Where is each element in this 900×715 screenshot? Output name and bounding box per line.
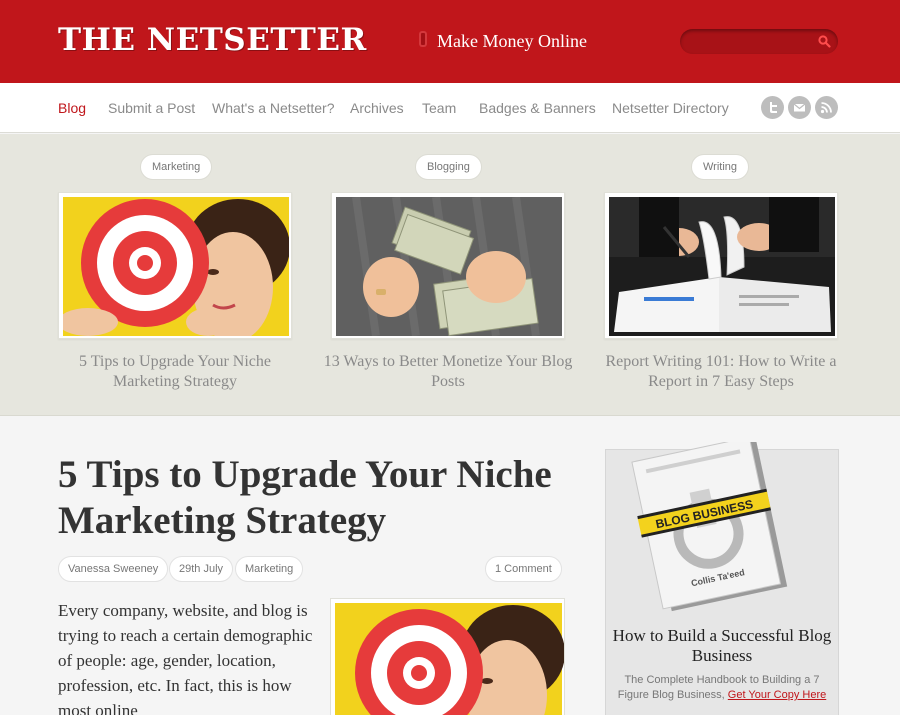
featured-thumb-blogging[interactable] <box>331 192 565 339</box>
featured-title-marketing[interactable]: 5 Tips to Upgrade Your Niche Marketing S… <box>45 352 305 392</box>
category-pill-blogging[interactable]: Blogging <box>415 154 482 180</box>
rss-icon[interactable] <box>815 96 838 119</box>
nav-item-whats-a-netsetter[interactable]: What's a Netsetter? <box>212 100 335 116</box>
ad-description: The Complete Handbook to Building a 7 Fi… <box>612 673 832 703</box>
twitter-icon[interactable] <box>761 96 784 119</box>
featured-title-blogging[interactable]: 13 Ways to Better Monetize Your Blog Pos… <box>318 352 578 392</box>
search-icon[interactable] <box>818 35 831 48</box>
nav-item-team[interactable]: Team <box>422 100 456 116</box>
category-pill[interactable]: Marketing <box>235 556 304 582</box>
comments-pill[interactable]: 1 Comment <box>485 556 562 582</box>
date-pill[interactable]: 29th July <box>169 556 234 582</box>
article-image <box>330 598 565 715</box>
featured-title-writing[interactable]: Report Writing 101: How to Write a Repor… <box>591 352 851 392</box>
report-pages-image <box>609 197 835 336</box>
nav-item-archives[interactable]: Archives <box>350 100 404 116</box>
site-logo[interactable]: THE NETSETTER <box>58 22 367 58</box>
author-pill[interactable]: Vanessa Sweeney <box>58 556 169 582</box>
category-pill-writing[interactable]: Writing <box>691 154 750 180</box>
search-box[interactable] <box>680 29 838 54</box>
logo-separator <box>419 31 427 47</box>
nav-item-badges-banners[interactable]: Badges & Banners <box>479 100 596 116</box>
site-tagline: Make Money Online <box>437 31 587 51</box>
ad-title[interactable]: How to Build a Successful Blog Business <box>605 626 839 666</box>
featured-thumb-marketing[interactable] <box>58 192 292 339</box>
email-icon[interactable] <box>788 96 811 119</box>
category-pill-marketing[interactable]: Marketing <box>140 154 213 180</box>
book-cover-image: BLOG BUSINESS Collis Ta'eed <box>631 442 788 612</box>
featured-thumb-writing[interactable] <box>604 192 838 339</box>
money-hands-image <box>336 197 562 336</box>
target-woman-image <box>63 197 289 336</box>
nav-item-netsetter-directory[interactable]: Netsetter Directory <box>612 100 729 116</box>
get-your-copy-link[interactable]: Get Your Copy Here <box>728 689 826 701</box>
nav-item-blog[interactable]: Blog <box>58 100 86 116</box>
nav-item-submit-a-post[interactable]: Submit a Post <box>108 100 195 116</box>
article-title[interactable]: 5 Tips to Upgrade Your Niche Marketing S… <box>58 452 578 544</box>
search-input[interactable] <box>692 33 812 50</box>
article-body: Every company, website, and blog is tryi… <box>58 601 313 715</box>
